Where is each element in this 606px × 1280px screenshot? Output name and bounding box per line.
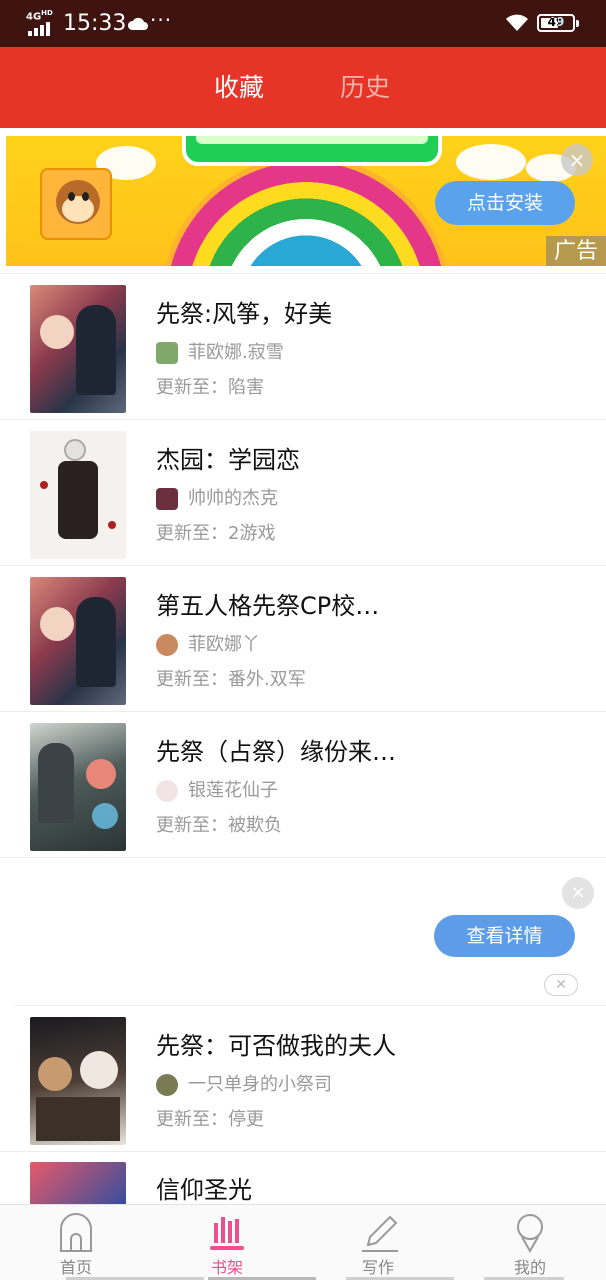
bottom-nav: 首页 书架 写作 我的 [0, 1204, 606, 1280]
home-icon [60, 1213, 92, 1252]
wifi-icon [506, 14, 528, 31]
book-cover [30, 431, 126, 559]
nav-home-label: 首页 [59, 1258, 92, 1277]
book-title: 信仰圣光 [156, 1176, 252, 1204]
more-notifications-icon: ··· [150, 8, 173, 32]
signal-icon: 4GHD [26, 8, 56, 36]
author-avatar [156, 488, 178, 510]
ad-banner[interactable]: 点击安装 × 广告 [6, 136, 606, 266]
ad-label: 广告 [546, 236, 606, 266]
tab-history[interactable]: 历史 [340, 73, 390, 103]
battery-icon: 49 [537, 14, 579, 32]
author-avatar [156, 634, 178, 656]
book-item[interactable]: 先祭：可否做我的夫人 一只单身的小祭司 更新至：停更 [0, 1006, 606, 1152]
cloud-icon [127, 17, 148, 30]
pencil-icon [362, 1215, 398, 1252]
book-title: 杰园：学园恋 [156, 446, 300, 474]
book-update: 更新至：2游戏 [156, 523, 276, 544]
nav-mine-label: 我的 [513, 1258, 546, 1277]
book-item[interactable]: 信仰圣光 [0, 1152, 606, 1204]
book-cover [30, 723, 126, 851]
book-title: 先祭（占祭）缘份来… [156, 738, 396, 766]
network-hd: HD [41, 9, 53, 17]
book-author: 帅帅的杰克 [188, 488, 278, 509]
book-cover [30, 1162, 126, 1204]
book-cover [30, 1017, 126, 1145]
book-update: 更新至：停更 [156, 1109, 264, 1130]
status-bar: 4GHD 15:33 ··· 49 [0, 0, 606, 47]
book-item[interactable]: 先祭（占祭）缘份来… 银莲花仙子 更新至：被欺负 [0, 712, 606, 858]
nav-bookshelf[interactable]: 书架 [187, 1205, 267, 1280]
nav-write-label: 写作 [361, 1258, 394, 1277]
view-details-button[interactable]: 查看详情 [434, 915, 575, 957]
book-item[interactable]: 第五人格先祭CP校… 菲欧娜丫 更新至：番外.双军 [0, 566, 606, 712]
book-update: 更新至：被欺负 [156, 815, 282, 836]
author-avatar [156, 1074, 178, 1096]
ad-dismiss-icon[interactable]: ✕ [544, 974, 578, 996]
book-title: 第五人格先祭CP校… [156, 592, 380, 620]
author-avatar [156, 780, 178, 802]
bookshelf-icon [210, 1217, 244, 1250]
monkey-app-icon [40, 168, 112, 240]
nav-home[interactable]: 首页 [36, 1205, 116, 1280]
ad-close-icon[interactable]: × [561, 144, 593, 176]
book-author: 银莲花仙子 [188, 780, 278, 801]
ad-card-close-icon[interactable]: × [562, 877, 594, 909]
book-author: 一只单身的小祭司 [188, 1074, 332, 1095]
book-item[interactable]: 杰园：学园恋 帅帅的杰克 更新至：2游戏 [0, 420, 606, 566]
author-avatar [156, 342, 178, 364]
book-cover [30, 577, 126, 705]
ad-rainbow-graphic [161, 156, 451, 266]
top-tab-bar: 收藏 历史 [0, 47, 606, 128]
ad-install-button[interactable]: 点击安装 [435, 181, 575, 225]
book-update: 更新至：番外.双军 [156, 669, 306, 690]
nav-write[interactable]: 写作 [338, 1205, 418, 1280]
tab-favorites[interactable]: 收藏 [214, 73, 264, 103]
book-author: 菲欧娜.寂雪 [188, 342, 284, 363]
ad-card[interactable]: × 查看详情 ✕ [0, 860, 606, 1006]
clock: 15:33 [63, 11, 127, 36]
network-type: 4G [26, 11, 42, 23]
book-cover [30, 285, 126, 413]
battery-level: 49 [547, 15, 565, 29]
book-title: 先祭:风筝，好美 [156, 300, 333, 328]
nav-mine[interactable]: 我的 [490, 1205, 570, 1280]
book-author: 菲欧娜丫 [188, 634, 260, 655]
profile-icon [517, 1214, 543, 1253]
book-update: 更新至：陷害 [156, 377, 264, 398]
ad-app-logo-title [182, 136, 442, 166]
book-item[interactable]: 先祭:风筝，好美 菲欧娜.寂雪 更新至：陷害 [0, 274, 606, 420]
book-title: 先祭：可否做我的夫人 [156, 1032, 396, 1060]
nav-bookshelf-label: 书架 [210, 1258, 243, 1277]
